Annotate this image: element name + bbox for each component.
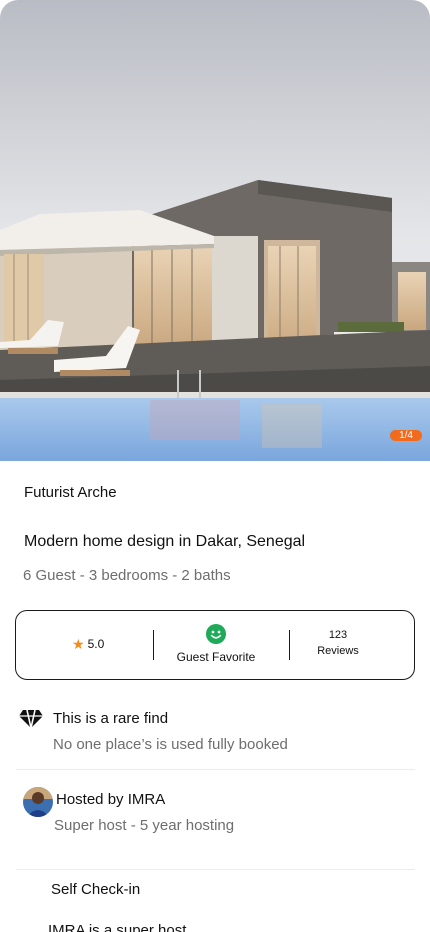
rare-find-title: This is a rare find xyxy=(53,710,169,727)
listing-photo[interactable]: 1/4 xyxy=(0,0,430,461)
listing-meta: 6 Guest - 3 bedrooms - 2 baths xyxy=(23,567,231,584)
divider xyxy=(16,869,415,870)
host-title: Hosted by IMRA xyxy=(56,791,166,808)
host-subtitle: Super host - 5 year hosting xyxy=(54,817,235,834)
guest-favorite-stat: Guest Favorite xyxy=(156,624,276,664)
listing-title: Futurist Arche xyxy=(24,484,117,501)
guest-favorite-label: Guest Favorite xyxy=(176,650,256,664)
reviews-label: Reviews xyxy=(317,645,359,657)
listing-subtitle: Modern home design in Dakar, Senegal xyxy=(24,533,306,550)
rating-stat: ★ 5.0 xyxy=(72,637,104,651)
divider xyxy=(153,630,154,660)
avatar[interactable] xyxy=(23,787,53,817)
reviews-count: 123 xyxy=(328,629,348,641)
reviews-stat[interactable]: 123 Reviews xyxy=(298,627,378,659)
self-checkin-subtitle: IMRA is a super host xyxy=(48,922,187,932)
star-icon: ★ xyxy=(72,636,85,652)
diamond-icon xyxy=(19,709,43,729)
photo-counter-badge: 1/4 xyxy=(390,430,422,441)
self-checkin-title: Self Check-in xyxy=(51,881,141,898)
divider xyxy=(16,769,415,770)
rare-find-subtitle: No one place’s is used fully booked xyxy=(53,736,288,753)
smile-icon xyxy=(206,624,226,644)
rating-value: 5.0 xyxy=(87,637,105,651)
host-avatar-image xyxy=(23,787,53,817)
divider xyxy=(289,630,290,660)
stats-card: ★ 5.0 Guest Favorite 123 Reviews xyxy=(15,610,415,680)
house-photo xyxy=(0,0,430,461)
